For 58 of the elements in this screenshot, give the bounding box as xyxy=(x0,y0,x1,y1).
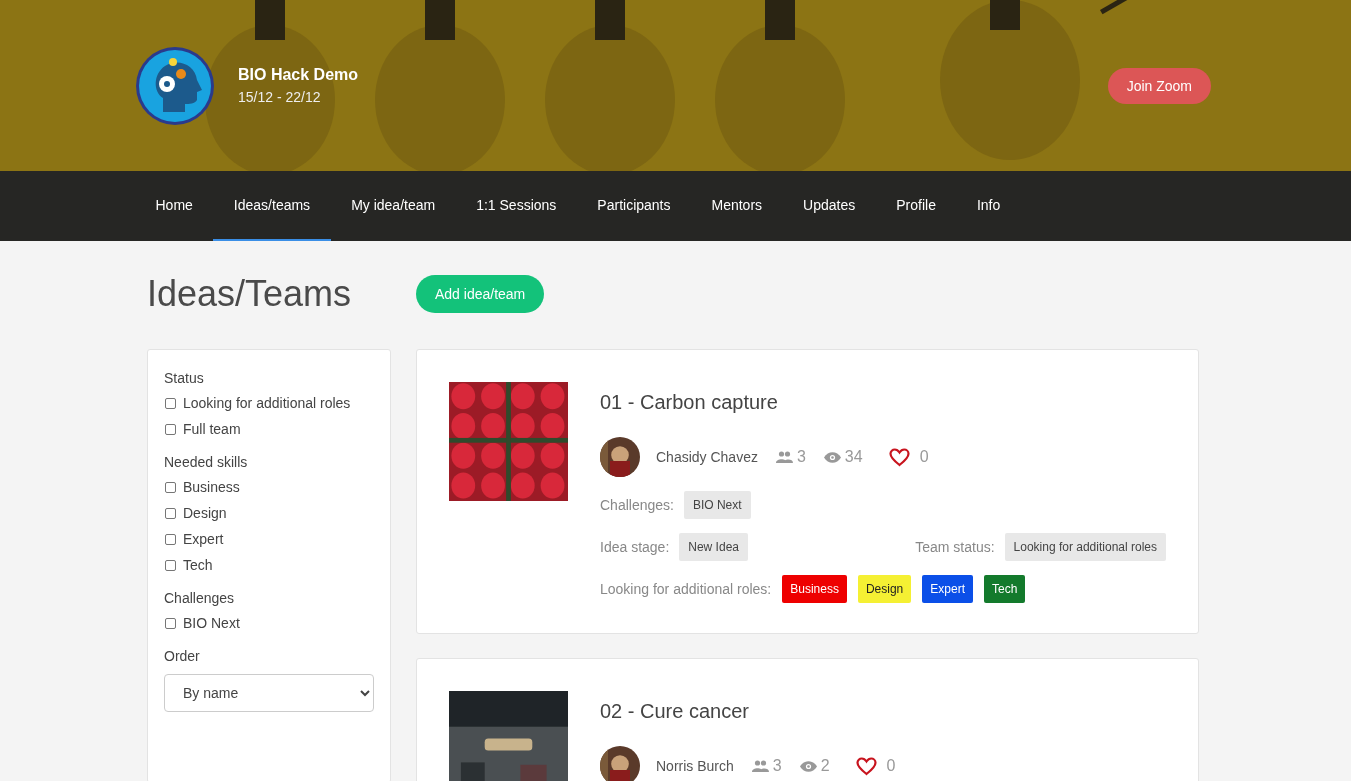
role-tag: Business xyxy=(782,575,847,603)
people-icon xyxy=(751,760,769,772)
like-count: 0 xyxy=(886,757,896,775)
filter-heading: Status xyxy=(164,370,205,386)
checkbox[interactable] xyxy=(165,559,176,571)
checkbox-label: Design xyxy=(183,505,227,521)
eye-icon xyxy=(823,451,841,463)
checkbox-label: Tech xyxy=(183,557,213,573)
event-title: BIO Hack Demo xyxy=(238,66,360,84)
field-label: Challenges: xyxy=(600,497,674,513)
idea-title[interactable]: 01 - Carbon capture xyxy=(600,391,1166,414)
checkbox[interactable] xyxy=(165,423,176,435)
like-count: 0 xyxy=(919,448,929,466)
checkbox[interactable] xyxy=(165,481,176,493)
role-tag: Expert xyxy=(922,575,973,603)
checkbox-label: Expert xyxy=(183,531,224,547)
nav-tab[interactable]: Updates xyxy=(782,171,876,241)
role-tag: Tech xyxy=(984,575,1026,603)
checkbox[interactable] xyxy=(165,617,176,629)
checkbox[interactable] xyxy=(165,397,176,409)
nav-tab[interactable]: Ideas/teams xyxy=(213,171,331,241)
challenge-tag: BIO Next xyxy=(683,491,751,519)
nav-tab[interactable]: Participants xyxy=(576,171,691,241)
author-name: Norris Burch xyxy=(656,758,734,774)
filter-heading: Challenges xyxy=(164,590,236,606)
nav-tab[interactable]: Info xyxy=(956,171,1021,241)
heart-icon[interactable] xyxy=(855,756,877,776)
field-label: Idea stage: xyxy=(600,539,670,555)
nav-tab[interactable]: Mentors xyxy=(691,171,783,241)
member-count: 3 xyxy=(796,448,806,466)
heart-icon[interactable] xyxy=(888,447,910,467)
nav-tab[interactable]: My idea/team xyxy=(330,171,456,241)
stage-tag: New Idea xyxy=(679,533,748,561)
checkbox-label: Full team xyxy=(183,421,241,437)
checkbox-label: BIO Next xyxy=(183,615,240,631)
eye-icon xyxy=(799,760,817,772)
field-label: Team status: xyxy=(915,539,995,555)
filter-heading: Needed skills xyxy=(164,454,249,470)
nav-tab[interactable]: Profile xyxy=(875,171,957,241)
filter-heading: Order xyxy=(164,648,201,664)
nav-tab[interactable]: 1:1 Sessions xyxy=(455,171,577,241)
people-icon xyxy=(775,451,793,463)
author-name: Chasidy Chavez xyxy=(656,449,758,465)
checkbox[interactable] xyxy=(165,533,176,545)
field-label: Looking for additional roles: xyxy=(600,581,772,597)
event-dates: 15/12 - 22/12 xyxy=(238,89,322,105)
nav-tab[interactable]: Home xyxy=(135,171,214,241)
status-tag: Looking for additional roles xyxy=(1004,533,1166,561)
role-tag: Design xyxy=(857,575,912,603)
idea-title[interactable]: 02 - Cure cancer xyxy=(600,700,1166,723)
view-count: 2 xyxy=(820,757,830,775)
order-select[interactable]: By name xyxy=(164,674,374,712)
page-title: Ideas/Teams xyxy=(147,273,353,315)
checkbox-label: Looking for additional roles xyxy=(183,395,351,411)
member-count: 3 xyxy=(772,757,782,775)
checkbox[interactable] xyxy=(165,507,176,519)
view-count: 34 xyxy=(844,448,863,466)
checkbox-label: Business xyxy=(183,479,240,495)
